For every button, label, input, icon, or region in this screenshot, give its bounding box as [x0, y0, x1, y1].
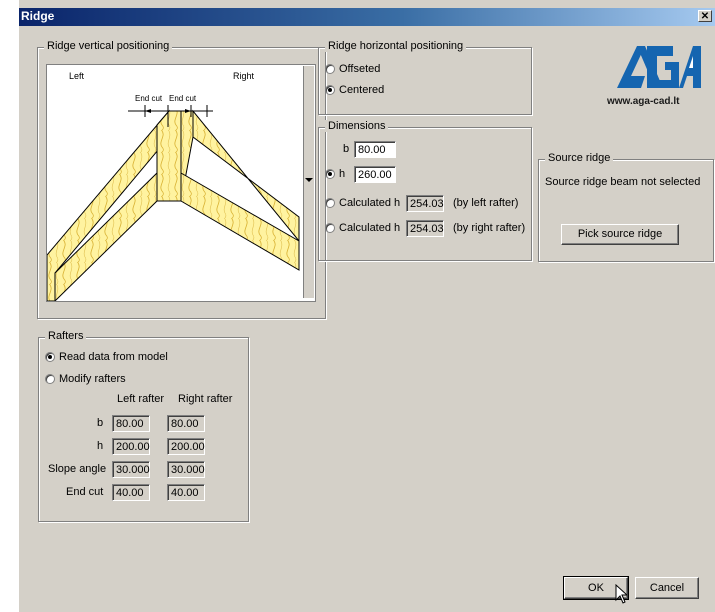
right-h-value: 200.00	[167, 438, 205, 455]
row-b-label: b	[97, 417, 104, 429]
horizontal-positioning-group: Ridge horizontal positioning Offseted Ce…	[318, 40, 532, 115]
offseted-radio[interactable]	[325, 64, 335, 74]
centered-label: Centered	[339, 84, 385, 96]
source-ridge-legend: Source ridge	[545, 152, 614, 164]
end-cut-right-label: End cut	[169, 94, 197, 103]
calc-right-label: Calculated h	[339, 222, 401, 234]
left-slope-value: 30.000	[112, 461, 150, 478]
horizontal-positioning-legend: Ridge horizontal positioning	[325, 40, 467, 52]
calc-right-value: 254.03	[406, 220, 444, 237]
calc-left-label: Calculated h	[339, 197, 401, 209]
title-bar: Ridge ✕	[19, 8, 715, 26]
rafters-legend: Rafters	[45, 330, 87, 342]
dimensions-legend: Dimensions	[325, 120, 389, 132]
b-label: b	[343, 143, 350, 155]
rafters-group: Rafters Read data from model Modify raft…	[38, 330, 249, 522]
vertical-positioning-group: Ridge vertical positioning Left Right En…	[37, 40, 326, 319]
end-cut-left-label: End cut	[135, 94, 163, 103]
left-endcut-value: 40.00	[112, 484, 150, 501]
diagram-scrollbar[interactable]	[303, 66, 314, 298]
modify-rafters-label: Modify rafters	[59, 373, 126, 385]
ridge-diagram: Left Right End cut End cut	[46, 64, 316, 302]
h-label: h	[339, 168, 346, 180]
aga-logo-mark	[617, 46, 701, 88]
calc-right-note: (by right rafter)	[453, 222, 526, 234]
aga-logo: www.aga-cad.lt	[607, 40, 701, 112]
calc-left-note: (by left rafter)	[453, 197, 519, 209]
row-slope-label: Slope angle	[48, 463, 107, 475]
col-left-rafter: Left rafter	[117, 393, 165, 405]
h-radio[interactable]	[325, 169, 335, 179]
right-endcut-value: 40.00	[167, 484, 205, 501]
dimensions-group: Dimensions b 80.00 h 260.00 Calculated h…	[318, 120, 532, 261]
ridge-diagram-svg: Left Right End cut End cut	[47, 71, 300, 301]
scroll-down-arrow-icon[interactable]	[305, 178, 313, 182]
modify-rafters-radio[interactable]	[45, 374, 55, 384]
offseted-label: Offseted	[339, 63, 381, 75]
source-ridge-group: Source ridge Source ridge beam not selec…	[538, 152, 714, 262]
aga-url: www.aga-cad.lt	[607, 96, 680, 107]
close-button[interactable]: ✕	[698, 10, 712, 22]
right-slope-value: 30.000	[167, 461, 205, 478]
read-data-label: Read data from model	[59, 351, 168, 363]
row-h-label: h	[97, 440, 104, 452]
right-label: Right	[233, 71, 255, 81]
centered-radio[interactable]	[325, 85, 335, 95]
pick-source-ridge-button[interactable]: Pick source ridge	[561, 224, 679, 245]
source-ridge-status: Source ridge beam not selected	[545, 176, 701, 188]
left-h-value: 200.00	[112, 438, 150, 455]
calc-left-value: 254.03	[406, 195, 444, 212]
col-right-rafter: Right rafter	[178, 393, 233, 405]
vertical-positioning-legend: Ridge vertical positioning	[44, 40, 173, 52]
mouse-cursor-icon	[615, 583, 629, 607]
read-data-radio[interactable]	[45, 352, 55, 362]
window-title: Ridge	[21, 9, 55, 23]
left-b-value: 80.00	[112, 415, 150, 432]
calc-right-radio[interactable]	[325, 223, 335, 233]
b-input[interactable]: 80.00	[354, 141, 396, 158]
left-label: Left	[69, 71, 85, 81]
ridge-dialog: Ridge ✕ Ridge vertical positioning Left …	[18, 0, 715, 612]
calc-left-radio[interactable]	[325, 198, 335, 208]
cancel-button[interactable]: Cancel	[635, 577, 699, 599]
right-b-value: 80.00	[167, 415, 205, 432]
row-endcut-label: End cut	[66, 486, 104, 498]
h-input[interactable]: 260.00	[354, 166, 396, 183]
